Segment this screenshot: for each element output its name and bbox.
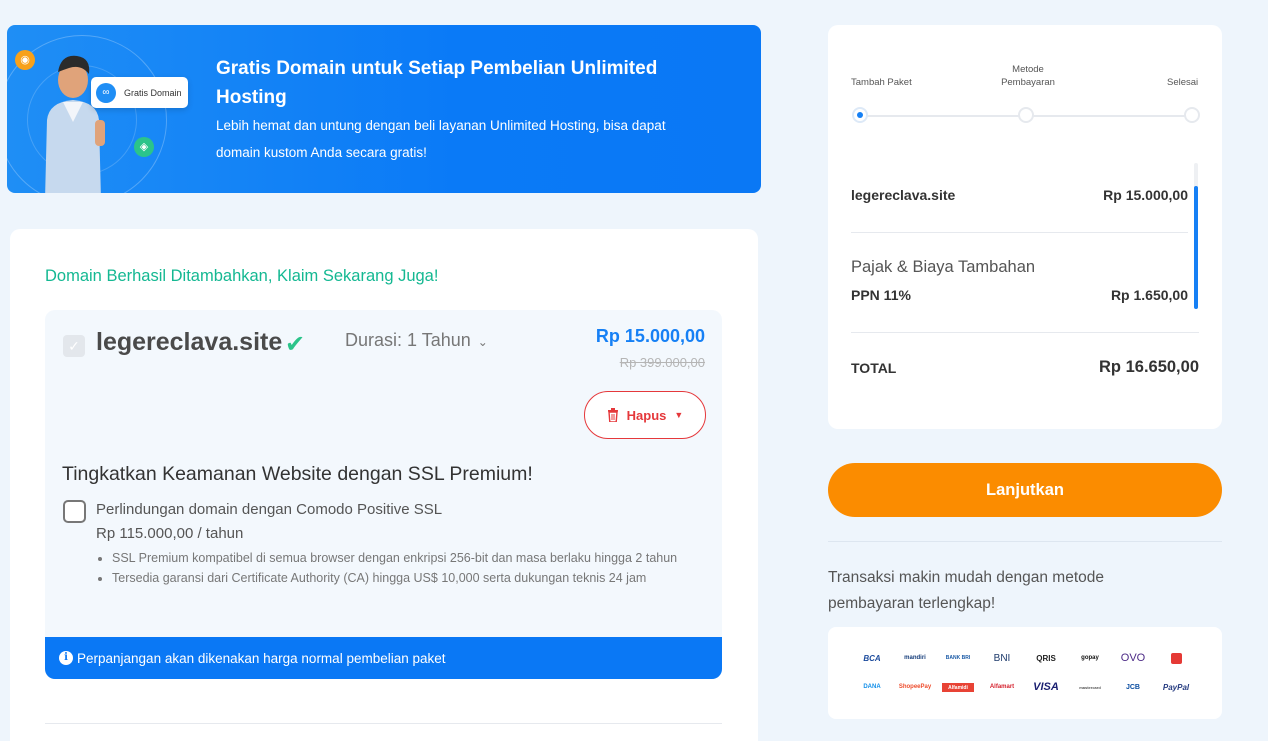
tax-row: PPN 11% Rp 1.650,00	[851, 287, 1188, 303]
visa-logo: VISA	[1033, 681, 1059, 693]
total-amount: Rp 16.650,00	[1099, 358, 1199, 376]
remove-label: Hapus	[626, 407, 667, 423]
domain-price: Rp 15.000,00	[595, 326, 705, 346]
divider	[828, 541, 1222, 542]
order-summary: Tambah Paket Metode Pembayaran Selesai l…	[828, 25, 1222, 429]
banner-title: Gratis Domain untuk Setiap Pembelian Unl…	[216, 58, 658, 108]
domain-original-price: Rp 399.000,00	[619, 355, 705, 370]
continue-button[interactable]: Lanjutkan	[828, 463, 1222, 517]
step-label-done: Selesai	[1167, 77, 1199, 88]
gopay-logo: gopay	[1081, 655, 1099, 661]
domain-name: legereclava.site	[96, 328, 283, 356]
renewal-notice: i Perpanjangan akan dikenakan harga norm…	[45, 637, 722, 679]
step-dot-active	[852, 107, 868, 123]
shopeepay-logo: ShopeePay	[898, 684, 932, 690]
gratis-domain-chip: ∞ Gratis Domain	[91, 77, 188, 108]
step-dot	[1184, 107, 1200, 123]
duration-dropdown[interactable]: Durasi: 1 Tahun ⌄	[345, 330, 488, 351]
tax-label: PPN 11%	[851, 287, 911, 303]
indomaret-logo	[1164, 651, 1188, 665]
renewal-notice-text: Perpanjangan akan dikenakan harga normal…	[77, 650, 446, 666]
ssl-option-price: Rp 115.000,00 / tahun	[96, 525, 244, 542]
alfamidi-logo: Alfamidi	[942, 683, 974, 692]
indomaret-mark	[1170, 652, 1182, 664]
promo-banner: ◉ ∞ Gratis Domain ◈ Gratis Domain untuk …	[7, 25, 761, 193]
summary-item-name: legereclava.site	[851, 187, 956, 203]
caret-down-icon: ▼	[674, 410, 684, 420]
summary-item-price: Rp 15.000,00	[1103, 187, 1188, 203]
ssl-feature: SSL Premium kompatibel di semua browser …	[112, 549, 712, 569]
chevron-down-icon: ⌄	[477, 334, 488, 349]
total-row: TOTAL Rp 16.650,00	[851, 358, 1199, 377]
domain-checkbox: ✓	[63, 335, 85, 357]
mastercard-logo: mastercard	[1079, 684, 1101, 690]
ssl-feature: Tersedia garansi dari Certificate Author…	[112, 569, 712, 589]
mandiri-logo: mandiri	[904, 655, 926, 661]
ovo-logo: OVO	[1120, 652, 1146, 664]
bni-logo: BNI	[993, 652, 1011, 664]
scrollbar-thumb[interactable]	[1194, 186, 1198, 309]
person-illustration	[45, 55, 105, 193]
link-icon: ∞	[96, 82, 116, 103]
summary-item-row: legereclava.site Rp 15.000,00	[851, 187, 1188, 203]
ssl-title: Tingkatkan Keamanan Website dengan SSL P…	[62, 463, 533, 485]
ssl-feature-list: SSL Premium kompatibel di semua browser …	[112, 549, 712, 588]
tag-icon: ◈	[134, 137, 154, 157]
tax-amount: Rp 1.650,00	[1110, 287, 1188, 303]
divider	[851, 332, 1199, 333]
globe-icon: ◉	[15, 50, 35, 70]
alfamart-logo: Alfamart	[989, 684, 1015, 690]
qris-logo: QRIS	[1036, 653, 1056, 663]
step-dot	[1018, 107, 1034, 123]
banner-subtitle: Lebih hemat dan untung dengan beli layan…	[216, 118, 666, 160]
payment-methods-text: Transaksi makin mudah dengan metode pemb…	[828, 569, 1104, 612]
payment-methods-card: BCA mandiri BANK BRI BNI QRIS gopay OVO …	[828, 627, 1222, 719]
info-icon: i	[59, 651, 73, 665]
check-icon: ✔	[285, 331, 306, 358]
divider	[851, 232, 1188, 233]
step-label-add-package: Tambah Paket	[851, 77, 912, 88]
ssl-checkbox[interactable]	[63, 500, 86, 523]
dana-logo: DANA	[863, 684, 881, 690]
ssl-option-label: Perlindungan domain dengan Comodo Positi…	[96, 501, 443, 518]
paypal-logo: PayPal	[1162, 682, 1190, 692]
total-label: TOTAL	[851, 359, 897, 376]
duration-label: Durasi: 1 Tahun	[345, 330, 471, 350]
chip-label: Gratis Domain	[124, 87, 182, 98]
success-message: Domain Berhasil Ditambahkan, Klaim Sekar…	[45, 267, 439, 285]
divider	[45, 723, 722, 724]
jcb-logo: JCB	[1125, 683, 1140, 691]
trash-icon	[607, 408, 618, 422]
domain-item: ✓ legereclava.site ✔ Durasi: 1 Tahun ⌄ R…	[45, 310, 722, 679]
tax-title: Pajak & Biaya Tambahan	[851, 258, 1036, 276]
cart-card: Domain Berhasil Ditambahkan, Klaim Sekar…	[10, 229, 758, 741]
bca-logo: BCA	[863, 653, 881, 663]
remove-button[interactable]: Hapus ▼	[584, 391, 706, 439]
step-label-payment-method: Metode Pembayaran	[1001, 64, 1055, 88]
bri-logo: BANK BRI	[945, 655, 971, 661]
